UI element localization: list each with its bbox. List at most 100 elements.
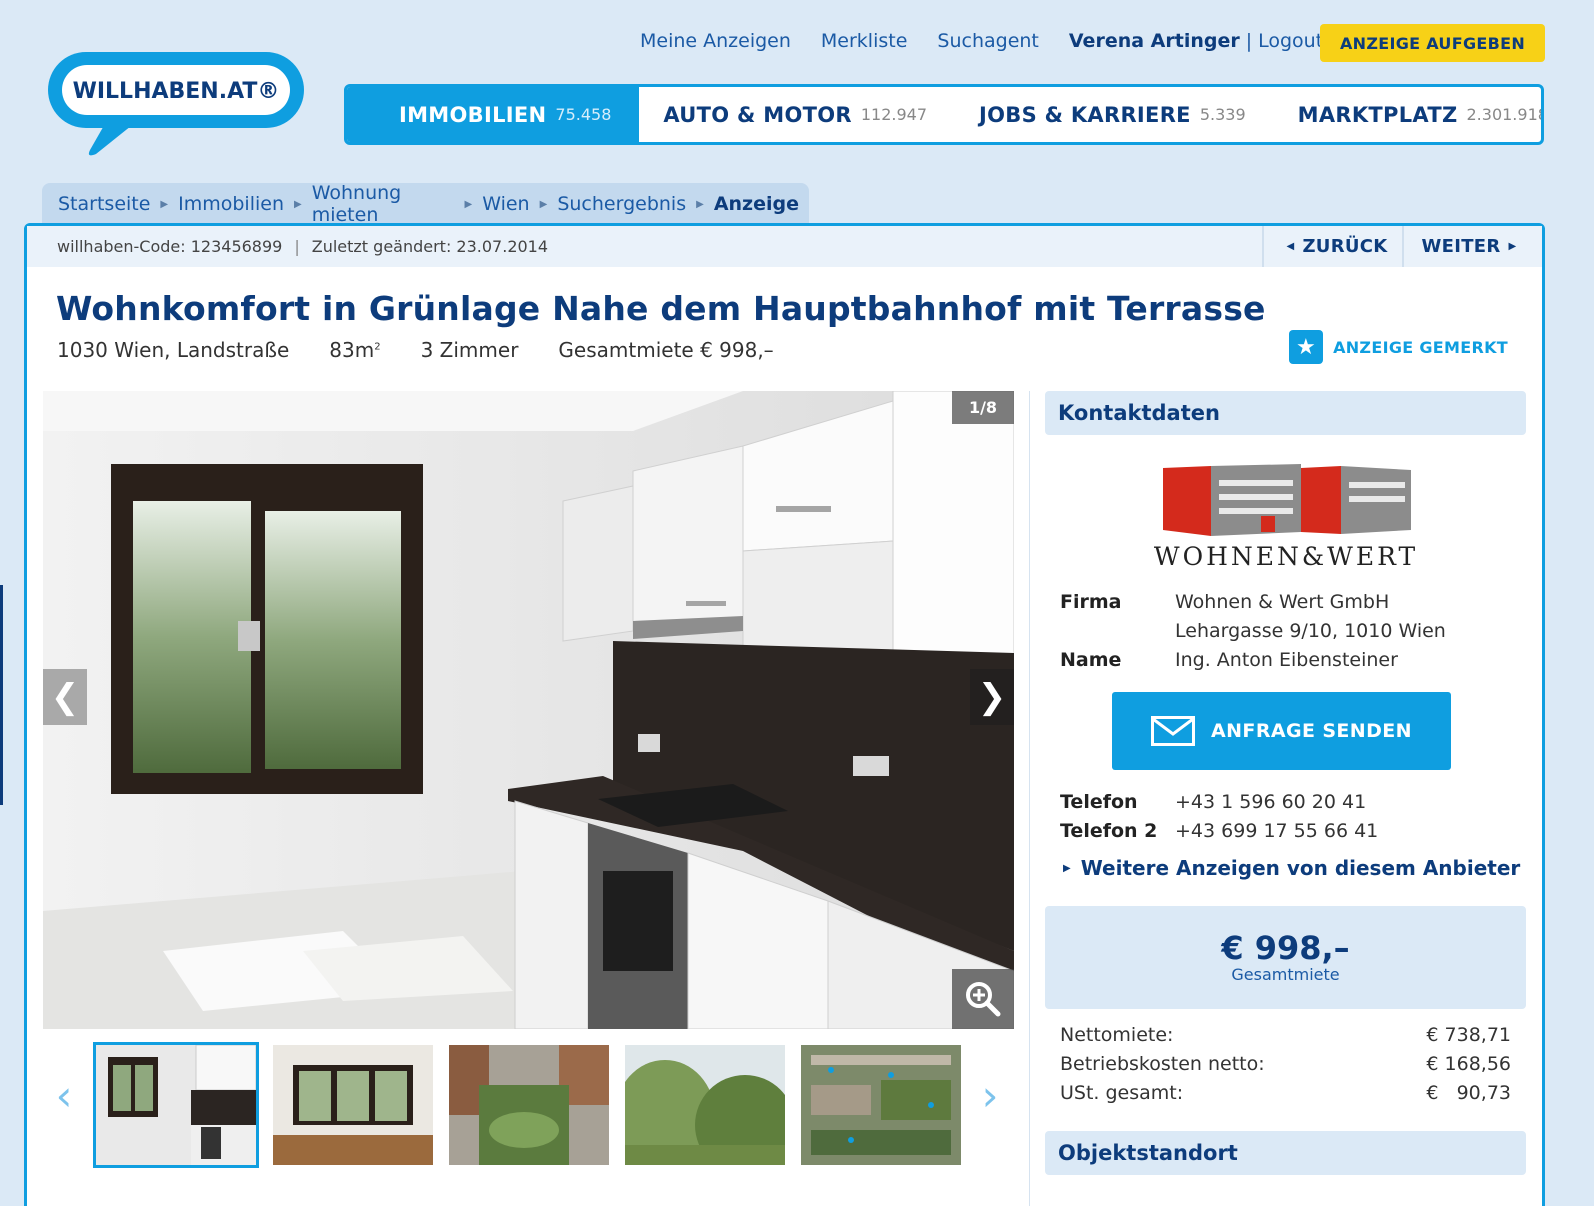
category-bar: IMMOBILIEN 75.458 AUTO & MOTOR 112.947 J…: [344, 84, 1544, 145]
top-navigation: Meine Anzeigen Merkliste Suchagent Veren…: [640, 30, 1353, 52]
phone-row: Telefon +43 1 596 60 20 41: [1045, 788, 1526, 817]
breadcrumb-item[interactable]: Wohnung mieten: [312, 182, 455, 226]
column-divider: [1029, 391, 1030, 1206]
logout-link[interactable]: Logout: [1258, 30, 1323, 52]
listing-info-bar: willhaben-Code: 123456899 | Zuletzt geän…: [27, 226, 1542, 267]
company-logo: WOHNEN&WERT: [1153, 464, 1417, 571]
photo-next-button[interactable]: ❯: [970, 669, 1014, 725]
envelope-icon: [1151, 716, 1196, 746]
thumbnail-5[interactable]: [801, 1045, 961, 1165]
cost-label: USt. gesamt:: [1060, 1082, 1184, 1104]
star-icon: ★: [1289, 330, 1324, 364]
listing-location: 1030 Wien, Landstraße: [57, 338, 290, 362]
category-count: 112.947: [860, 105, 928, 124]
cost-label: Nettomiete:: [1060, 1024, 1174, 1046]
area-value: 83m: [329, 338, 375, 362]
willhaben-logo[interactable]: WILLHABEN.AT®: [46, 50, 306, 160]
category-count: 5.339: [1199, 105, 1246, 124]
listing-facts: 1030 Wien, Landstraße 83m2 3 Zimmer Gesa…: [57, 338, 814, 362]
firm-label: Firma: [1060, 591, 1122, 613]
cost-row: USt. gesamt: € 90,73: [1060, 1079, 1511, 1108]
category-label: IMMOBILIEN: [399, 102, 547, 127]
send-inquiry-label: ANFRAGE SENDEN: [1211, 720, 1412, 742]
listing-panel: willhaben-Code: 123456899 | Zuletzt geän…: [24, 223, 1545, 1206]
category-count: 75.458: [555, 105, 612, 124]
breadcrumb-item[interactable]: Wien: [482, 193, 529, 215]
logo-text: WILLHABEN.AT®: [73, 79, 280, 104]
category-tab-marktplatz[interactable]: MARKTPLATZ 2.301.918: [1270, 87, 1544, 142]
phone-number[interactable]: +43 1 596 60 20 41: [1175, 788, 1366, 817]
breadcrumb-arrow-icon: ▶: [294, 198, 302, 210]
kitchen-photo: [43, 391, 1014, 1029]
back-label: ZURÜCK: [1302, 236, 1388, 257]
phone2-number[interactable]: +43 699 17 55 66 41: [1175, 817, 1378, 846]
contact-heading: Kontaktdaten: [1045, 391, 1526, 435]
empty-label: [1060, 617, 1175, 646]
post-ad-button[interactable]: ANZEIGE AUFGEBEN: [1320, 24, 1545, 62]
left-edge-strip: [0, 585, 3, 805]
price-box: € 998,– Gesamtmiete: [1045, 906, 1526, 1009]
zoom-icon[interactable]: [952, 969, 1014, 1029]
name-row: Name Ing. Anton Eibensteiner: [1045, 646, 1526, 675]
my-ads-link[interactable]: Meine Anzeigen: [640, 30, 791, 52]
phone-label: Telefon: [1060, 791, 1138, 813]
category-label: AUTO & MOTOR: [663, 102, 852, 127]
thumbnail-1[interactable]: [93, 1042, 259, 1168]
cost-value: € 168,56: [1426, 1053, 1511, 1075]
thumbnail-4[interactable]: [625, 1045, 785, 1165]
more-ads-link[interactable]: ▶ Weitere Anzeigen von diesem Anbieter: [1045, 856, 1526, 880]
breadcrumb-arrow-icon: ▶: [160, 198, 169, 210]
category-tab-immobilien[interactable]: IMMOBILIEN 75.458: [347, 87, 640, 142]
company-logo-text: WOHNEN&WERT: [1153, 542, 1417, 571]
arrow-right-icon: ▶: [1508, 241, 1517, 252]
breadcrumb: Startseite ▶ Immobilien ▶ Wohnung mieten…: [42, 182, 809, 226]
back-button[interactable]: ◀ ZURÜCK: [1262, 226, 1402, 267]
more-ads-label: Weitere Anzeigen von diesem Anbieter: [1080, 856, 1521, 880]
category-tab-jobs[interactable]: JOBS & KARRIERE 5.339: [951, 87, 1270, 142]
phone2-row: Telefon 2 +43 699 17 55 66 41: [1045, 817, 1526, 846]
send-inquiry-button[interactable]: ANFRAGE SENDEN: [1112, 692, 1451, 770]
breadcrumb-arrow-icon: ▶: [539, 198, 548, 210]
contact-sidebar: Kontaktdaten WOHNEN&WERT Firma Wohnen & …: [1045, 391, 1526, 1175]
category-count: 2.301.918: [1466, 105, 1544, 124]
breadcrumb-current: Anzeige: [713, 193, 799, 215]
thumbnail-3[interactable]: [449, 1045, 609, 1165]
listing-rent: Gesamtmiete € 998,–: [558, 338, 774, 362]
cost-value: € 738,71: [1426, 1024, 1511, 1046]
main-photo[interactable]: 1/8 ❮ ❯: [43, 391, 1014, 1029]
breadcrumb-item[interactable]: Immobilien: [178, 193, 284, 215]
breadcrumb-arrow-icon: ▶: [464, 198, 473, 210]
watchlist-link[interactable]: Merkliste: [821, 30, 908, 52]
cost-label: Betriebskosten netto:: [1060, 1053, 1265, 1075]
breadcrumb-arrow-icon: ▶: [696, 198, 704, 210]
listing-code: willhaben-Code: 123456899: [57, 237, 283, 256]
listing-area: 83m2: [329, 338, 380, 362]
category-label: MARKTPLATZ: [1297, 102, 1458, 127]
cost-value: € 90,73: [1426, 1082, 1511, 1104]
thumbs-next-button[interactable]: ›: [975, 1071, 1005, 1120]
area-unit-sup: 2: [374, 341, 381, 353]
thumbnail-2[interactable]: [273, 1045, 433, 1165]
category-label: JOBS & KARRIERE: [979, 102, 1191, 127]
search-agent-link[interactable]: Suchagent: [937, 30, 1038, 52]
info-separator: |: [294, 237, 300, 256]
favorite-toggle[interactable]: ★ ANZEIGE GEMERKT: [1289, 330, 1508, 364]
next-label: WEITER: [1421, 236, 1501, 257]
breadcrumb-item[interactable]: Startseite: [58, 193, 150, 215]
listing-navigation: ◀ ZURÜCK WEITER ▶: [1262, 226, 1542, 267]
phone2-label: Telefon 2: [1060, 820, 1158, 842]
firm-row: Firma Wohnen & Wert GmbH: [1045, 588, 1526, 617]
arrow-right-icon: ▶: [1063, 862, 1071, 874]
firm-address-row: Lehargasse 9/10, 1010 Wien: [1045, 617, 1526, 646]
category-tab-auto-motor[interactable]: AUTO & MOTOR 112.947: [639, 87, 951, 142]
cost-breakdown: Nettomiete: € 738,71 Betriebskosten nett…: [1045, 1021, 1526, 1108]
location-heading: Objektstandort: [1045, 1131, 1526, 1175]
contact-name: Ing. Anton Eibensteiner: [1175, 649, 1398, 671]
next-button[interactable]: WEITER ▶: [1402, 226, 1542, 267]
thumbs-prev-button[interactable]: ‹: [49, 1071, 79, 1120]
photo-prev-button[interactable]: ❮: [43, 669, 87, 725]
firm-name: Wohnen & Wert GmbH: [1175, 591, 1390, 613]
favorite-label: ANZEIGE GEMERKT: [1333, 337, 1508, 357]
user-name-link[interactable]: Verena Artinger: [1069, 30, 1240, 52]
breadcrumb-item[interactable]: Suchergebnis: [557, 193, 686, 215]
